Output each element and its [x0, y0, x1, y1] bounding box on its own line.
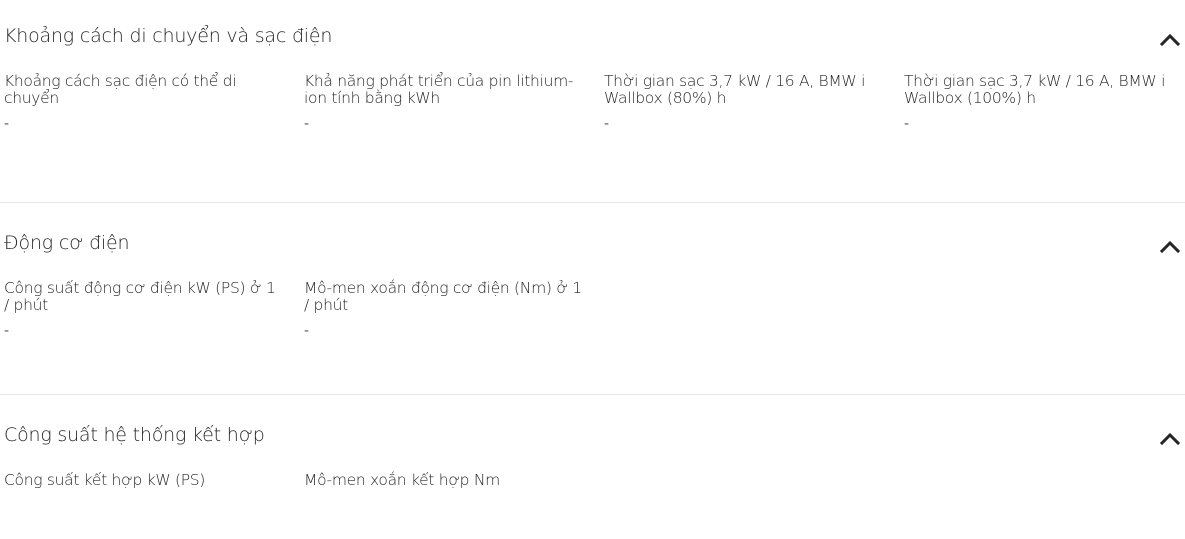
- section-title: Động cơ điện: [4, 232, 130, 254]
- spec-label: Thời gian sạc 3,7 kW / 16 A, BMW i Wallb…: [904, 72, 1166, 107]
- spec-value: -: [304, 323, 310, 339]
- spec-item: Thời gian sạc 3,7 kW / 16 A, BMW i Wallb…: [604, 72, 884, 133]
- spec-item: Khoảng cách sạc điện có thể di chuyển -: [4, 72, 284, 133]
- spec-item: Công suất kết hợp kW (PS): [4, 472, 284, 498]
- spec-item: Công suất động cơ điện kW (PS) ở 1 / phú…: [4, 279, 284, 340]
- section-title: Khoảng cách di chuyển và sạc điện: [4, 25, 333, 47]
- spec-item: Khả năng phát triển của pin lithium-ion …: [304, 72, 584, 133]
- section-header-range-charging[interactable]: Khoảng cách di chuyển và sạc điện: [0, 25, 1185, 65]
- spec-label: Công suất động cơ điện kW (PS) ở 1 / phú…: [4, 279, 276, 314]
- chevron-up-icon[interactable]: [1159, 238, 1181, 254]
- spec-item: Thời gian sạc 3,7 kW / 16 A, BMW i Wallb…: [904, 72, 1184, 133]
- spec-label: Khoảng cách sạc điện có thể di chuyển: [4, 72, 237, 107]
- spec-item: Mô-men xoắn kết hợp Nm: [304, 472, 584, 498]
- spec-value: -: [904, 116, 910, 132]
- section-divider: [0, 394, 1185, 395]
- spec-label: Công suất kết hợp kW (PS): [4, 471, 206, 489]
- section-divider: [0, 202, 1185, 203]
- spec-label: Mô-men xoắn động cơ điện (Nm) ở 1 / phút: [304, 279, 582, 314]
- spec-label: Thời gian sạc 3,7 kW / 16 A, BMW i Wallb…: [604, 72, 866, 107]
- spec-value: -: [304, 116, 310, 132]
- spec-value: -: [4, 323, 10, 339]
- spec-item: Mô-men xoắn động cơ điện (Nm) ở 1 / phút…: [304, 279, 584, 340]
- section-header-electric-motor[interactable]: Động cơ điện: [0, 232, 1185, 272]
- chevron-up-icon[interactable]: [1159, 430, 1181, 446]
- section-electric-motor: Động cơ điện Công suất động cơ điện kW (…: [0, 232, 1185, 392]
- chevron-up-icon[interactable]: [1159, 31, 1181, 47]
- section-combined-system: Công suất hệ thống kết hợp Công suất kết…: [0, 424, 1185, 534]
- section-range-charging: Khoảng cách di chuyển và sạc điện Khoảng…: [0, 25, 1185, 200]
- spec-value: -: [4, 116, 10, 132]
- section-title: Công suất hệ thống kết hợp: [4, 424, 265, 446]
- spec-label: Mô-men xoắn kết hợp Nm: [304, 471, 500, 489]
- spec-value: -: [604, 116, 610, 132]
- spec-label: Khả năng phát triển của pin lithium-ion …: [304, 72, 574, 107]
- section-header-combined-system[interactable]: Công suất hệ thống kết hợp: [0, 424, 1185, 464]
